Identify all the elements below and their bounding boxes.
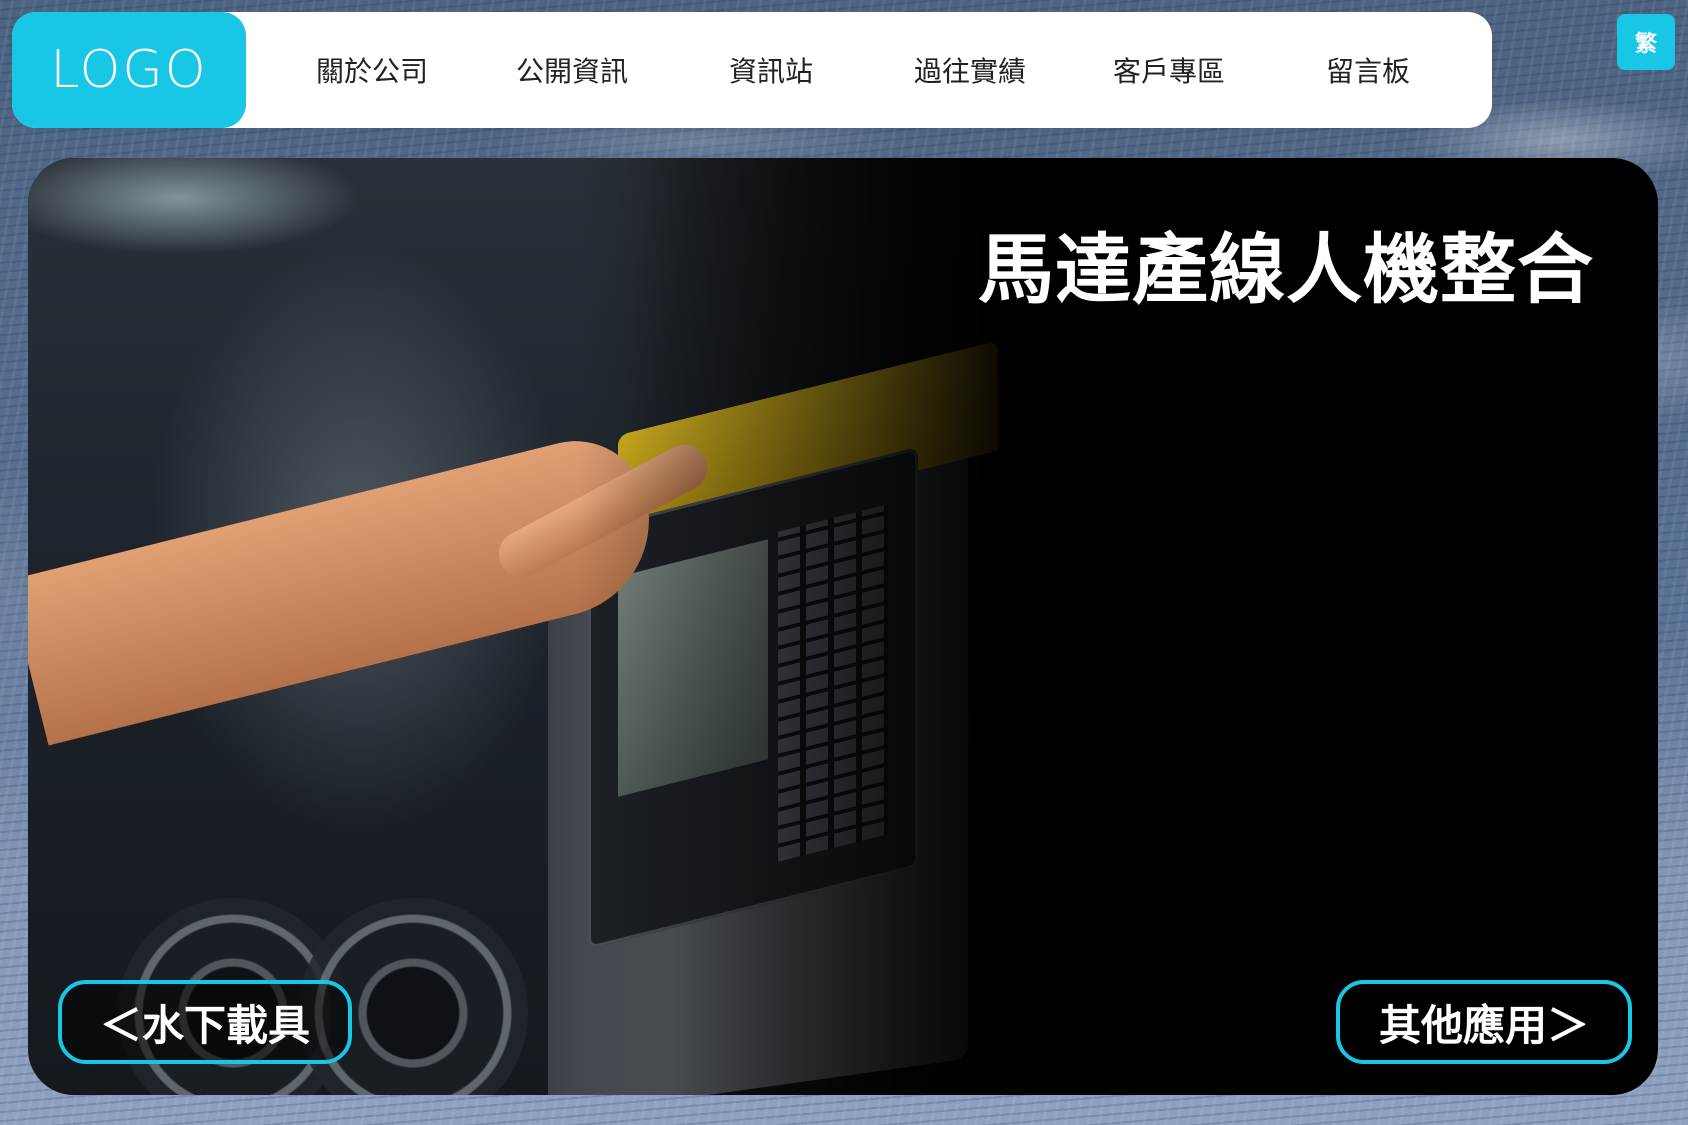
hero-title: 馬達產線人機整合 (978, 225, 1594, 314)
nav-item-info-station[interactable]: 資訊站 (691, 12, 851, 128)
next-case-button[interactable]: 其他應用＞ (1336, 980, 1632, 1064)
top-navbar: LOGO 關於公司 公開資訊 資訊站 過往實績 客戶專區 留言板 (12, 12, 1492, 128)
prev-case-button[interactable]: ＜水下載具 (58, 980, 352, 1064)
nav-item-about[interactable]: 關於公司 (292, 12, 452, 128)
nav-item-client-area[interactable]: 客戶專區 (1089, 12, 1249, 128)
nav-item-public-info[interactable]: 公開資訊 (492, 12, 652, 128)
photo-fade-overlay (28, 158, 1028, 1095)
nav-item-past-projects[interactable]: 過往實績 (890, 12, 1050, 128)
hero-banner: 馬達產線人機整合 ＜水下載具 其他應用＞ (28, 158, 1658, 1095)
hero-photo (28, 158, 1028, 1095)
nav-menu: 關於公司 公開資訊 資訊站 過往實績 客戶專區 留言板 (292, 12, 1472, 128)
nav-item-message-board[interactable]: 留言板 (1288, 12, 1448, 128)
language-toggle-button[interactable]: 繁 (1617, 14, 1675, 70)
logo[interactable]: LOGO (12, 12, 246, 128)
